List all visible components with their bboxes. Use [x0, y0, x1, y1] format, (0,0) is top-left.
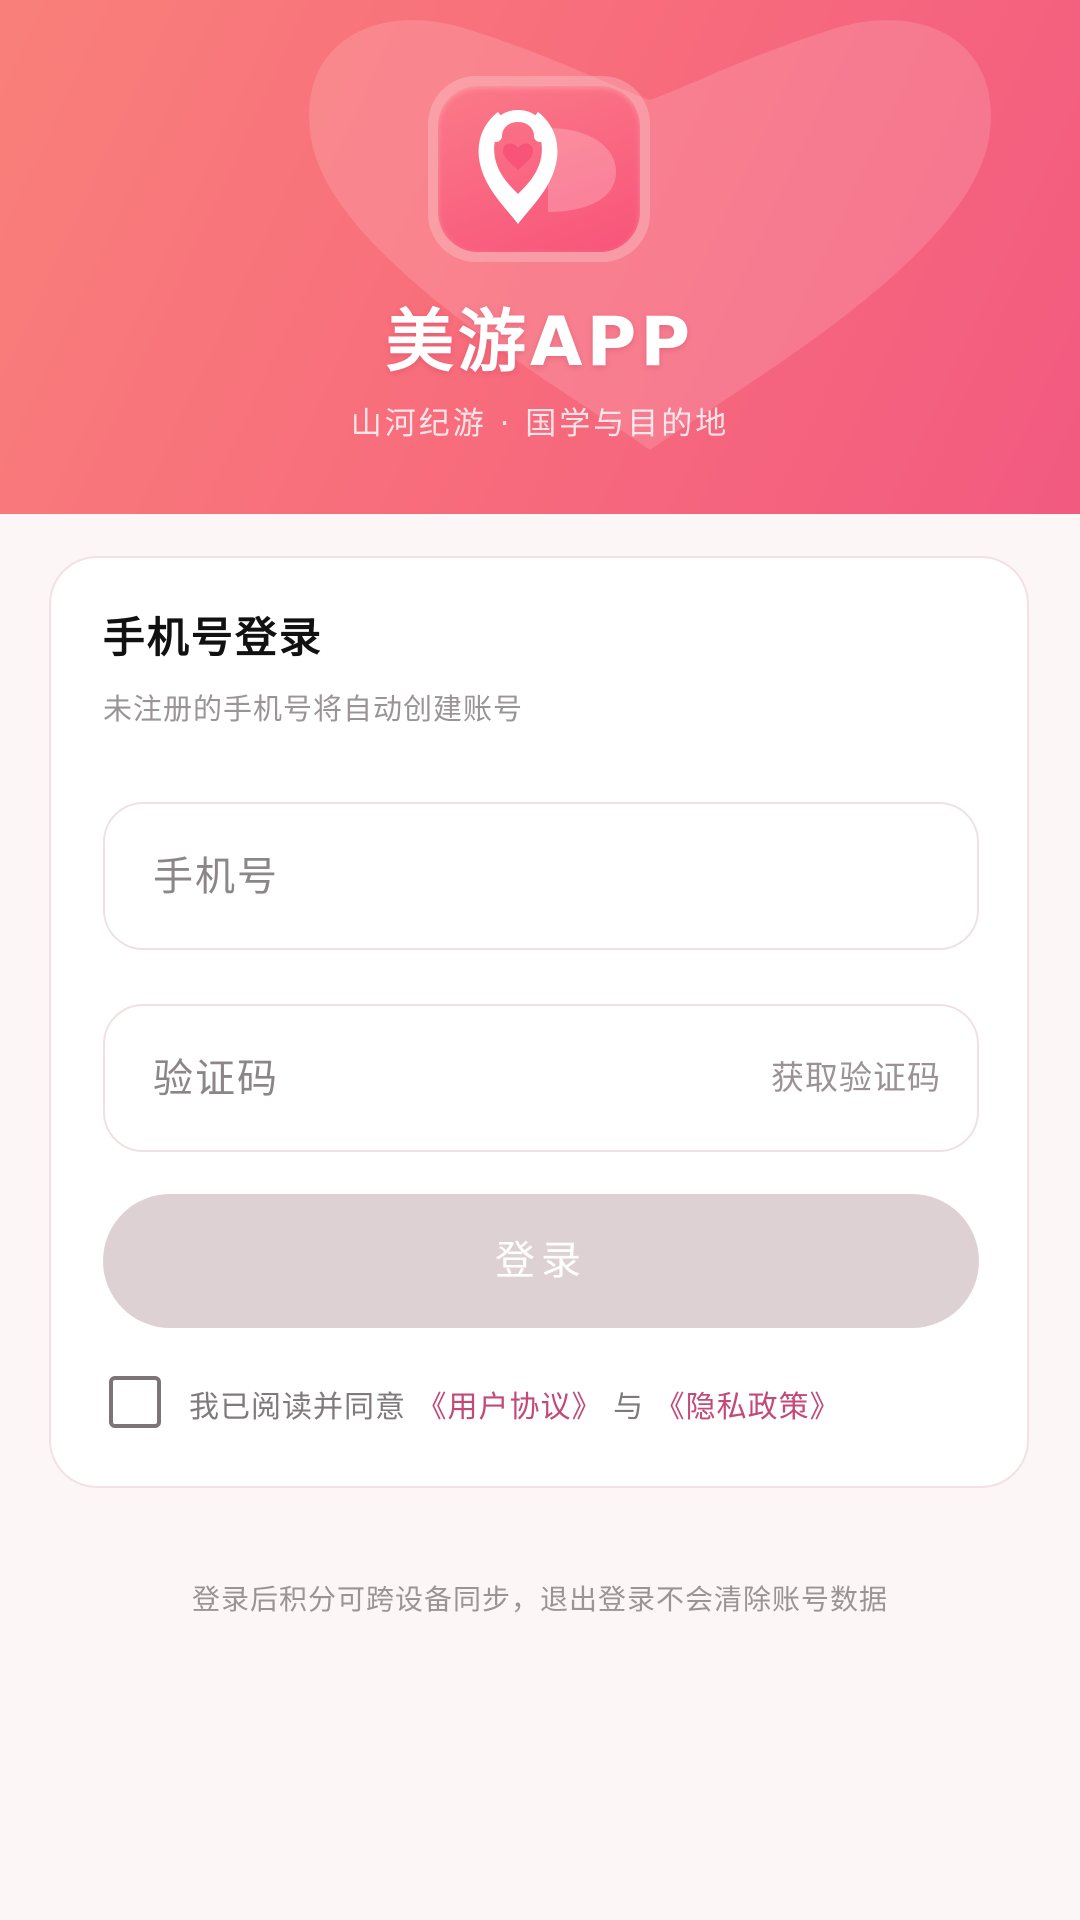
- app-logo: [428, 76, 650, 262]
- phone-field[interactable]: [103, 802, 979, 950]
- agreement-text: 我已阅读并同意 《用户协议》 与 《隐私政策》: [189, 1382, 841, 1426]
- login-title: 手机号登录: [103, 613, 324, 662]
- privacy-policy-link[interactable]: 《隐私政策》: [655, 1390, 841, 1425]
- phone-input[interactable]: [151, 804, 715, 950]
- login-button[interactable]: 登录: [103, 1194, 979, 1328]
- agreement-checkbox[interactable]: [109, 1376, 161, 1428]
- agreement-prefix: 我已阅读并同意: [189, 1390, 406, 1425]
- heart-location-pin-icon: [478, 110, 616, 224]
- agreement-row: 我已阅读并同意 《用户协议》 与 《隐私政策》: [109, 1376, 989, 1432]
- login-subtitle: 未注册的手机号将自动创建账号: [103, 692, 524, 726]
- app-title: 美游APP: [385, 303, 695, 382]
- code-input[interactable]: [151, 1006, 715, 1152]
- login-card: 手机号登录 未注册的手机号将自动创建账号 获取验证码 登录 我已阅读并同意 《用…: [49, 556, 1029, 1488]
- user-agreement-link[interactable]: 《用户协议》: [417, 1390, 603, 1425]
- agreement-connector: 与: [613, 1390, 645, 1425]
- header-banner: 美游APP 山河纪游 · 国学与目的地: [0, 0, 1080, 514]
- app-slogan: 山河纪游 · 国学与目的地: [350, 406, 730, 442]
- get-code-button[interactable]: 获取验证码: [771, 1006, 941, 1150]
- footer-note: 登录后积分可跨设备同步，退出登录不会清除账号数据: [191, 1583, 888, 1616]
- code-field[interactable]: 获取验证码: [103, 1004, 979, 1152]
- heart-background-icon: [309, 20, 991, 450]
